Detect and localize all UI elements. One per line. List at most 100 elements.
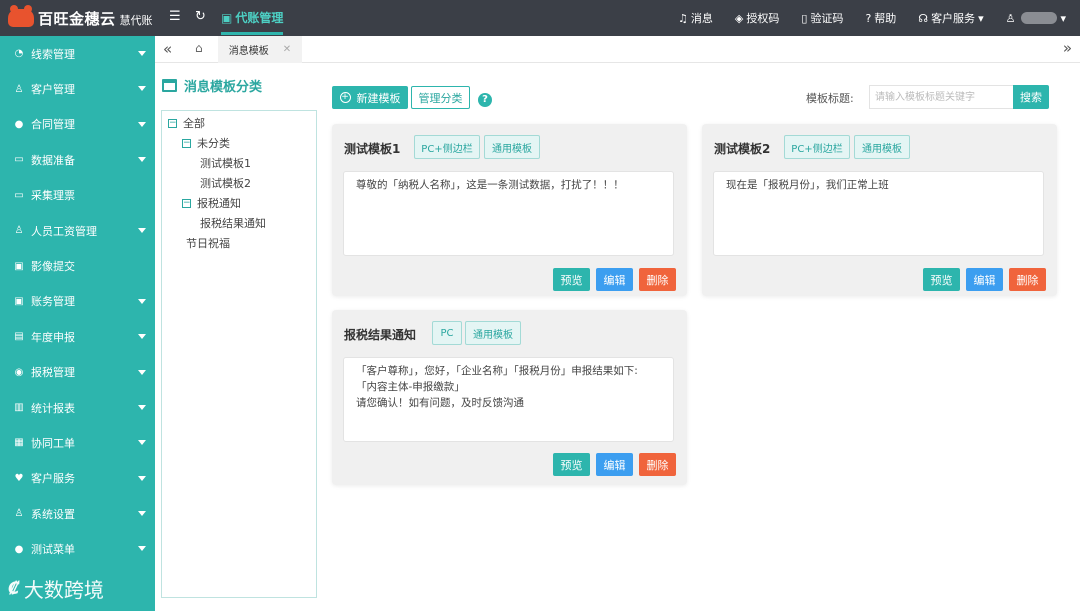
sidebar-item[interactable]: ▣ 账务管理 [0,284,155,319]
close-icon[interactable]: ✕ [283,44,291,55]
tree-node[interactable]: 报税结果通知 [162,214,316,234]
delete-button[interactable]: 删除 [639,453,676,476]
module-tab-active[interactable]: ▣ 代账管理 [221,9,284,35]
brand-crab-icon [8,5,34,27]
sidebar-item[interactable]: ◉ 报税管理 [0,355,155,390]
tree-node[interactable]: − 未分类 [162,134,316,154]
sidebar-item[interactable]: ◔ 线索管理 [0,36,155,71]
sidebar-item[interactable]: ● 测试菜单 [0,531,155,566]
messages-link[interactable]: ♫ 消息 [678,10,713,26]
sidebar-item[interactable]: ● 合同管理 [0,107,155,142]
brand-logo[interactable]: 百旺金穗云 慧代账 [0,0,155,36]
tree-node[interactable]: 测试模板1 [162,154,316,174]
menu-item-icon: ▭ [14,154,24,166]
sidebar-item[interactable]: ▭ 数据准备 [0,142,155,177]
preview-button[interactable]: 预览 [553,453,590,476]
sidebar-item[interactable]: ♥ 客户服务 [0,461,155,496]
sidebar-item[interactable]: ♙ 客户管理 [0,71,155,106]
top-bar-actions: ♫ 消息 ◈ 授权码 ▯ 验证码 ? 帮助 ☊ 客户服务 ▾ ♙ ▾ [678,0,1066,36]
sidebar-item-label: 客户服务 [31,472,75,486]
caret-down-icon [138,511,146,517]
user-icon: ♙ [1005,11,1016,25]
sidebar-item[interactable]: ▣ 影像提交 [0,248,155,283]
caret-down-icon [138,51,146,56]
sidebar-item-label: 采集理票 [31,189,75,203]
caret-down-icon [138,298,146,304]
new-template-button[interactable]: + 新建模板 [332,86,408,109]
sidebar-item-label: 人员工资管理 [31,224,97,238]
delete-button[interactable]: 删除 [639,268,676,291]
edit-button[interactable]: 编辑 [596,268,633,291]
tree-node-label: 全部 [183,117,205,130]
template-search-input[interactable] [869,85,1013,109]
sidebar-item-label: 系统设置 [31,507,75,521]
menu-toggle-icon[interactable]: ☰ [169,9,181,24]
caret-down-icon [138,157,146,163]
caret-down-icon [138,475,146,481]
sidebar-item-label: 线索管理 [31,47,75,61]
card-content: 现在是「报税月份」，我们正常上班 [713,171,1044,256]
expand-right-icon[interactable]: » [1063,39,1072,57]
tree-collapse-icon[interactable]: − [182,198,191,208]
sidebar-item-label: 影像提交 [31,260,75,274]
caret-down-icon [138,546,146,552]
sidebar-item-label: 客户管理 [31,83,75,97]
auth-code-link[interactable]: ◈ 授权码 [735,10,779,26]
menu-item-icon: ◔ [14,48,24,60]
tree-node[interactable]: 节日祝福 [162,234,316,254]
card-content-line: 尊敬的「纳税人名称」，这是一条测试数据，打扰了！！！ [356,179,624,191]
card-content: 「客户尊称」，您好，「企业名称」「报税月份」申报结果如下: 「内容主体-申报缴款」… [343,357,674,442]
watermark: ₡ 大数跨境 [8,574,104,603]
collapse-left-icon[interactable]: « [163,40,172,58]
menu-item-icon: ▤ [14,331,24,343]
sidebar-item-label: 协同工单 [31,436,75,450]
sidebar-item[interactable]: ▭ 采集理票 [0,178,155,213]
card-tag: 通用模板 [465,321,521,345]
refresh-icon[interactable]: ↻ [195,9,206,24]
customer-service-menu[interactable]: ☊ 客户服务 ▾ [918,10,983,26]
search-button[interactable]: 搜索 [1013,85,1049,109]
watermark-text: 大数跨境 [23,578,104,602]
sidebar-item[interactable]: ♙ 人员工资管理 [0,213,155,248]
tab-message-template[interactable]: 消息模板 ✕ [218,36,302,63]
menu-item-icon: ▦ [14,437,24,449]
sidebar-item-label: 年度申报 [31,330,75,344]
verify-code-link[interactable]: ▯ 验证码 [801,10,843,26]
caret-down-icon [138,86,146,92]
tree-node[interactable]: − 报税通知 [162,194,316,214]
card-title: 测试模板2 [714,142,771,156]
category-title: 消息模板分类 [162,76,262,95]
template-card: 测试模板2 PC+侧边栏 通用模板 现在是「报税月份」，我们正常上班 预览 编辑… [702,124,1057,296]
tree-collapse-icon[interactable]: − [168,118,177,128]
sidebar-item-label: 合同管理 [31,118,75,132]
sidebar-item[interactable]: ▤ 年度申报 [0,319,155,354]
sidebar-item[interactable]: ▦ 协同工单 [0,425,155,460]
user-menu[interactable]: ♙ ▾ [1006,12,1066,25]
preview-button[interactable]: 预览 [553,268,590,291]
help-link[interactable]: ? 帮助 [865,10,896,26]
delete-button[interactable]: 删除 [1009,268,1046,291]
category-title-label: 消息模板分类 [184,80,263,95]
tree-node[interactable]: 测试模板2 [162,174,316,194]
manage-category-button[interactable]: 管理分类 [411,86,470,109]
tree-node-label: 报税通知 [197,197,241,210]
home-icon[interactable]: ⌂ [195,41,203,55]
help-circle-icon[interactable]: ? [478,93,492,107]
edit-button[interactable]: 编辑 [966,268,1003,291]
help-label: 帮助 [874,12,897,25]
menu-item-icon: ▣ [14,260,24,272]
tree-node[interactable]: − 全部 [162,114,316,134]
tree-collapse-icon[interactable]: − [182,138,191,148]
edit-button[interactable]: 编辑 [596,453,633,476]
card-title: 测试模板1 [344,142,401,156]
caret-down-icon [138,404,146,410]
preview-button[interactable]: 预览 [923,268,960,291]
card-content-line: 「内容主体-申报缴款」 [356,381,465,393]
question-circle-icon: ? [865,11,872,25]
sidebar-item[interactable]: ▥ 统计报表 [0,390,155,425]
module-tab-label: 代账管理 [235,11,284,25]
card-tag: PC+侧边栏 [414,135,480,159]
sidebar-item[interactable]: ♙ 系统设置 [0,496,155,531]
card-content-line: 现在是「报税月份」，我们正常上班 [726,179,889,191]
new-template-label: 新建模板 [356,91,401,105]
